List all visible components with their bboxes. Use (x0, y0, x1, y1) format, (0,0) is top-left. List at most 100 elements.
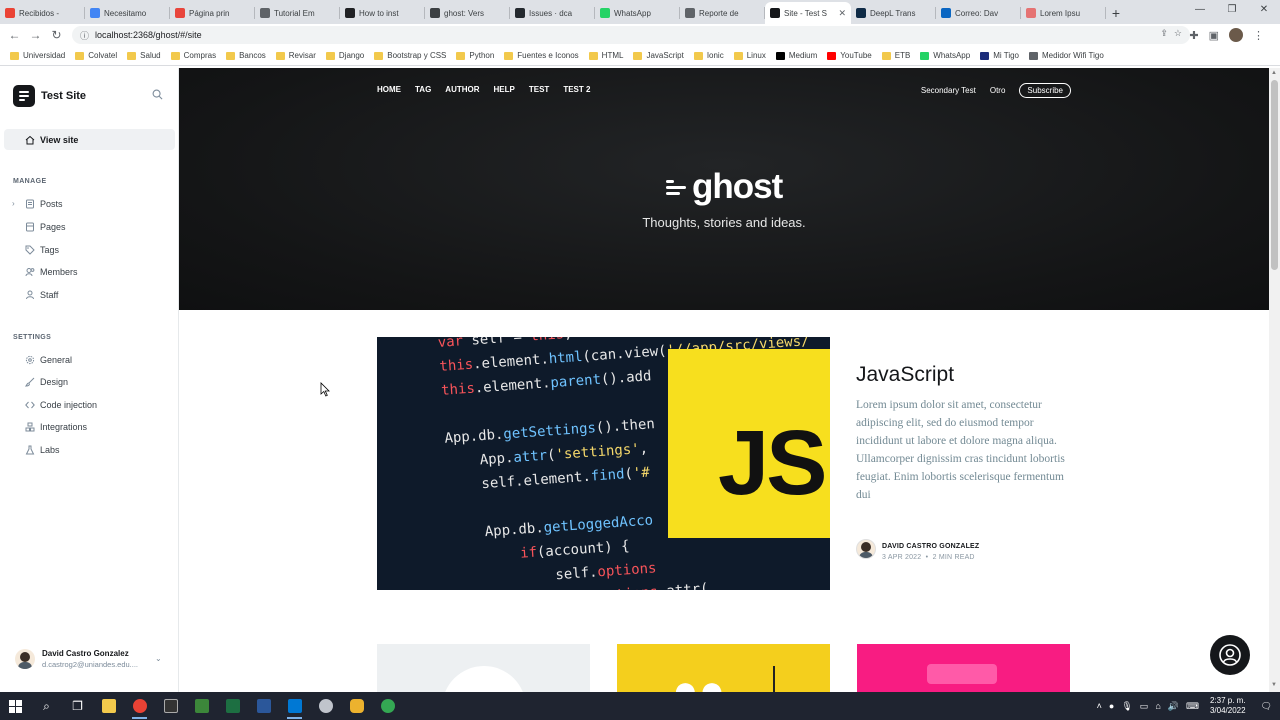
browser-tab[interactable]: Site - Test S ✕ (765, 2, 851, 24)
nav-pages[interactable]: Pages (25, 220, 66, 234)
bookmark-item[interactable]: Linux (733, 51, 766, 60)
bookmark-item[interactable]: Django (325, 51, 364, 60)
site-nav-test-2[interactable]: TEST 2 (563, 85, 590, 94)
profile-avatar[interactable] (1229, 28, 1243, 42)
post-card-image-1[interactable] (377, 644, 590, 692)
browser-tab[interactable]: Tutorial Em (255, 2, 340, 24)
scroll-up-arrow-icon[interactable]: ▲ (1271, 70, 1277, 76)
user-menu[interactable]: David Castro Gonzalez d.castrog2@uniande… (15, 648, 165, 670)
nav-integrations[interactable]: Integrations (25, 420, 87, 434)
task-view-icon[interactable]: ❐ (62, 692, 93, 720)
keyboard-icon[interactable]: ⌨ (1186, 701, 1199, 712)
taskbar-search-icon[interactable]: ⌕ (31, 692, 62, 720)
bookmark-item[interactable]: Bancos (226, 51, 266, 60)
vscode-icon[interactable] (279, 692, 310, 720)
nav-members[interactable]: Members (25, 265, 78, 279)
terminal-icon[interactable] (155, 692, 186, 720)
bookmark-item[interactable]: Bootstrap y CSS (374, 51, 446, 60)
site-nav-author[interactable]: AUTHOR (445, 85, 479, 94)
bookmark-item[interactable]: Revisar (275, 51, 316, 60)
snipping-tool-icon[interactable] (310, 692, 341, 720)
nav-general[interactable]: General (25, 353, 72, 367)
bookmark-item[interactable]: WhatsApp (920, 51, 970, 60)
chevron-down-icon[interactable]: ⌄ (155, 654, 162, 663)
nav-tags[interactable]: Tags (25, 243, 59, 257)
bookmark-item[interactable]: Salud (127, 51, 161, 60)
slack-icon[interactable] (341, 692, 372, 720)
portal-account-button[interactable] (1210, 635, 1250, 675)
bookmark-item[interactable]: Ionic (693, 51, 724, 60)
restore-icon[interactable]: ❐ (1216, 0, 1248, 20)
word-icon[interactable] (248, 692, 279, 720)
bookmark-item[interactable]: Python (456, 51, 494, 60)
bookmark-item[interactable]: JavaScript (633, 51, 684, 60)
browser-tab[interactable]: Página prin (170, 2, 255, 24)
site-nav-tag[interactable]: TAG (415, 85, 431, 94)
nav-posts[interactable]: Posts (25, 197, 63, 211)
scroll-down-arrow-icon[interactable]: ▼ (1271, 682, 1277, 688)
bookmark-item[interactable]: Medium (775, 51, 817, 60)
close-window-icon[interactable]: ✕ (1248, 0, 1280, 20)
page-scrollbar[interactable]: ▲ ▼ (1269, 68, 1280, 692)
scrollbar-thumb[interactable] (1271, 80, 1278, 270)
browser-tab[interactable]: Recibidos - (0, 2, 85, 24)
excel-icon[interactable] (217, 692, 248, 720)
notifications-icon[interactable]: 🗨 (1261, 701, 1272, 712)
battery-icon[interactable]: ▭ (1140, 701, 1149, 712)
bookmark-item[interactable]: Universidad (10, 51, 65, 60)
post-card-image-2[interactable]: ●● (617, 644, 830, 692)
site-nav-home[interactable]: HOME (377, 85, 401, 94)
chrome-menu-icon[interactable]: ⋮ (1253, 29, 1264, 42)
bookmark-item[interactable]: Mi Tigo (980, 51, 1019, 60)
site-nav-help[interactable]: HELP (494, 85, 515, 94)
site-nav-test[interactable]: TEST (529, 85, 549, 94)
nav-design[interactable]: Design (25, 375, 68, 389)
extensions-puzzle-icon[interactable]: ✚ (1189, 29, 1198, 42)
file-explorer-icon[interactable] (93, 692, 124, 720)
back-arrow-icon[interactable]: ← (4, 28, 25, 42)
bookmark-item[interactable]: ETB (881, 51, 910, 60)
network-icon[interactable]: ⌂ (1155, 701, 1160, 711)
featured-post-title[interactable]: JavaScript (856, 363, 954, 387)
side-panel-icon[interactable]: ▣ (1209, 29, 1219, 42)
browser-tab[interactable]: DeepL Trans (851, 2, 936, 24)
address-bar[interactable]: ⓘ localhost:2368/ghost/#/site ⇪ ☆ (72, 26, 1190, 44)
browser-tab[interactable]: Correo: Dav (936, 2, 1021, 24)
bookmark-item[interactable]: Colvatel (75, 51, 117, 60)
author-name[interactable]: DAVID CASTRO GONZALEZ (882, 543, 979, 550)
chrome-profile-icon[interactable] (372, 692, 403, 720)
forward-arrow-icon[interactable]: → (25, 28, 46, 42)
featured-post-image[interactable]: var self = this; this.element.html(can.v… (377, 337, 830, 590)
minimize-icon[interactable]: — (1184, 0, 1216, 20)
site-brand[interactable]: Test Site (13, 85, 86, 107)
browser-tab[interactable]: Lorem Ipsu (1021, 2, 1106, 24)
bookmark-item[interactable]: YouTube (827, 51, 872, 60)
site-nav-secondary-test[interactable]: Secondary Test (921, 86, 976, 95)
tab-close-icon[interactable]: ✕ (838, 8, 846, 19)
bookmark-item[interactable]: Medidor Wifi Tigo (1029, 51, 1104, 60)
post-card-image-3[interactable] (857, 644, 1070, 692)
bookmark-star-icon[interactable]: ☆ (1174, 28, 1182, 39)
nav-staff[interactable]: Staff (25, 288, 58, 302)
site-info-icon[interactable]: ⓘ (80, 29, 89, 42)
volume-icon[interactable]: 🔊 (1168, 701, 1179, 712)
browser-tab[interactable]: WhatsApp (595, 2, 680, 24)
featured-post-excerpt[interactable]: Lorem ipsum dolor sit amet, consectetur … (856, 396, 1076, 504)
view-site-button[interactable]: View site (4, 129, 175, 150)
subscribe-button[interactable]: Subscribe (1019, 83, 1071, 98)
bookmark-item[interactable]: Compras (170, 51, 216, 60)
author-avatar[interactable] (856, 539, 876, 559)
nav-labs[interactable]: Labs (25, 443, 60, 457)
bookmark-item[interactable]: Fuentes e Iconos (504, 51, 579, 60)
microphone-icon[interactable]: 🎙 (1121, 701, 1132, 712)
bookmark-item[interactable]: HTML (588, 51, 623, 60)
tray-chevron-up-icon[interactable]: ˄ (1097, 701, 1102, 711)
nav-code-injection[interactable]: Code injection (25, 398, 97, 412)
new-tab-plus-icon[interactable]: + (1106, 2, 1126, 24)
browser-tab[interactable]: Necesitamo (85, 2, 170, 24)
browser-tab[interactable]: Issues · dca (510, 2, 595, 24)
search-icon[interactable] (152, 89, 163, 100)
ghost-logo[interactable]: ghost (666, 168, 783, 206)
share-icon[interactable]: ⇪ (1160, 28, 1168, 39)
tray-app-icon[interactable]: ● (1109, 701, 1114, 711)
